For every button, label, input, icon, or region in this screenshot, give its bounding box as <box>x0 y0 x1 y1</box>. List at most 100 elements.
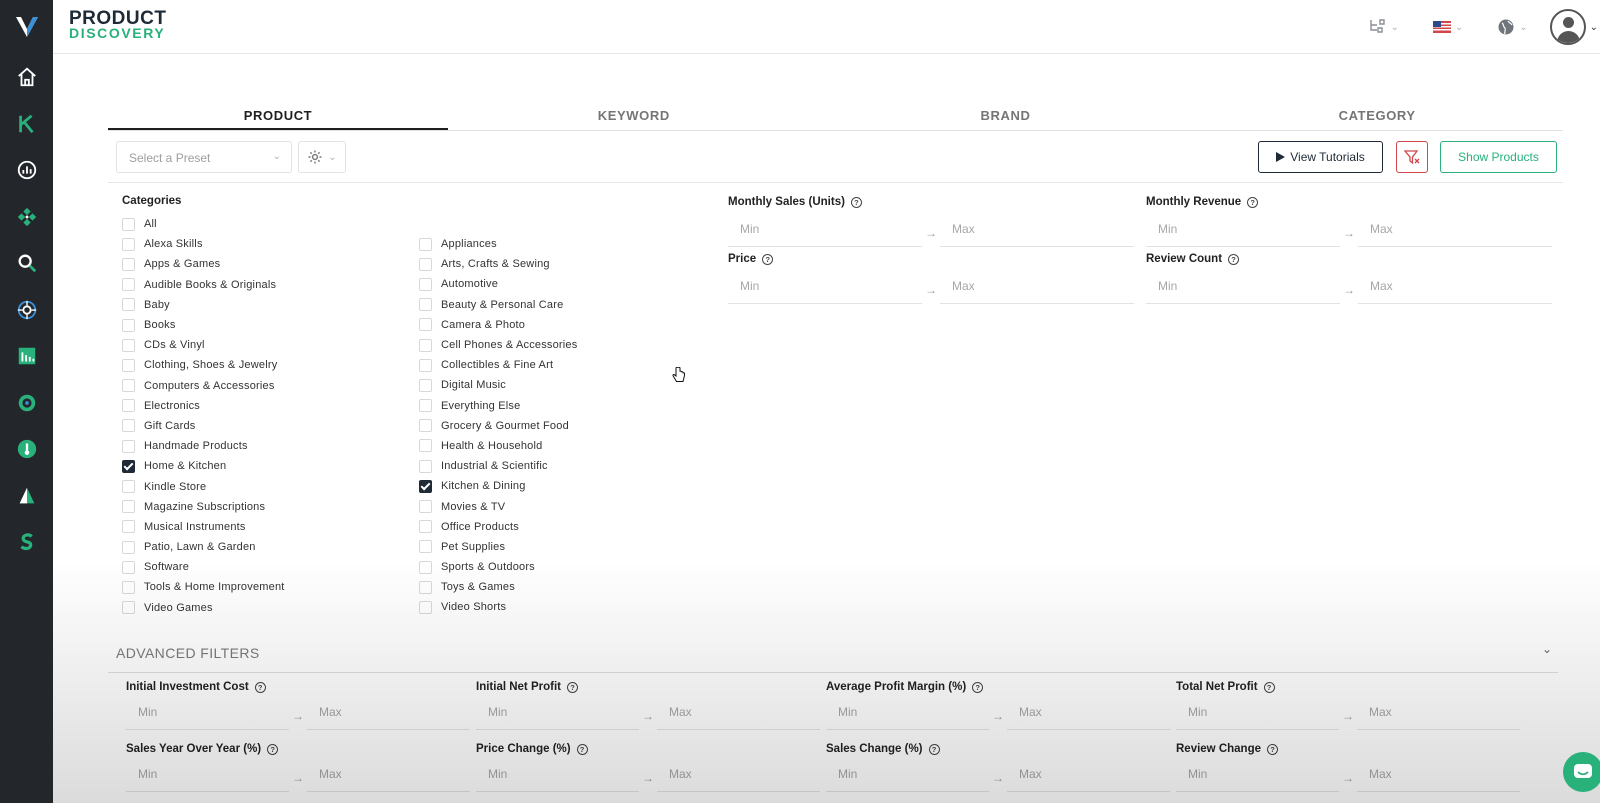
category-checkbox-item[interactable]: Collectibles & Fine Art <box>419 355 577 375</box>
tab-keyword[interactable]: KEYWORD <box>448 95 820 130</box>
category-checkbox-item[interactable]: Home & Kitchen <box>122 456 285 476</box>
review-count-min-input[interactable] <box>1146 275 1340 304</box>
checkbox[interactable] <box>122 419 135 433</box>
checkbox[interactable] <box>122 580 135 594</box>
category-checkbox-item[interactable]: Automotive <box>419 274 577 294</box>
category-checkbox-item[interactable]: Grocery & Gourmet Food <box>419 416 577 436</box>
category-checkbox-item[interactable]: Handmade Products <box>122 436 285 456</box>
category-checkbox-item[interactable]: Gift Cards <box>122 416 285 436</box>
category-checkbox-item[interactable]: All <box>122 214 285 234</box>
category-checkbox-item[interactable]: Digital Music <box>419 375 577 395</box>
sidebar-item-home[interactable] <box>0 54 53 101</box>
advanced-min-input[interactable] <box>476 701 639 730</box>
checkbox[interactable] <box>122 560 135 574</box>
sidebar-item-analytics[interactable] <box>0 147 53 194</box>
help-icon[interactable]: ? <box>1228 253 1240 265</box>
language-button[interactable]: ⌄ <box>1497 18 1528 36</box>
show-products-button[interactable]: Show Products <box>1440 141 1557 173</box>
checkbox[interactable] <box>419 298 432 312</box>
checkbox[interactable] <box>122 439 135 453</box>
category-checkbox-item[interactable]: Video Shorts <box>419 597 577 617</box>
account-menu-button[interactable]: ⌄ <box>1549 9 1598 45</box>
checkbox[interactable] <box>419 580 432 594</box>
help-icon[interactable]: ? <box>850 196 862 208</box>
sidebar-item-thermometer[interactable] <box>0 426 53 473</box>
checkbox[interactable] <box>419 257 432 271</box>
category-checkbox-item[interactable]: Audible Books & Originals <box>122 275 285 295</box>
category-checkbox-item[interactable]: Arts, Crafts & Sewing <box>419 254 577 274</box>
checkbox[interactable] <box>419 520 432 534</box>
clear-filters-button[interactable] <box>1396 141 1428 173</box>
checkbox[interactable] <box>419 277 432 291</box>
price-min-input[interactable] <box>728 275 922 304</box>
checkbox[interactable] <box>419 237 432 251</box>
advanced-min-input[interactable] <box>126 763 289 792</box>
category-checkbox-item[interactable]: Pet Supplies <box>419 537 577 557</box>
advanced-max-input[interactable] <box>1007 701 1170 730</box>
category-checkbox-item[interactable]: Patio, Lawn & Garden <box>122 537 285 557</box>
monthly-revenue-max-input[interactable] <box>1358 218 1552 247</box>
advanced-max-input[interactable] <box>657 701 820 730</box>
sidebar-item-bar-chart[interactable] <box>0 333 53 380</box>
category-checkbox-item[interactable]: Apps & Games <box>122 254 285 274</box>
checkbox[interactable] <box>122 601 135 615</box>
marketplace-flag-button[interactable]: ⌄ <box>1432 21 1463 33</box>
advanced-min-input[interactable] <box>1176 701 1339 730</box>
category-checkbox-item[interactable]: Beauty & Personal Care <box>419 295 577 315</box>
sidebar-item-radar[interactable] <box>0 380 53 427</box>
checkbox[interactable] <box>419 318 432 332</box>
checkbox[interactable] <box>419 540 432 554</box>
category-checkbox-item[interactable]: Toys & Games <box>419 577 577 597</box>
help-icon[interactable]: ? <box>566 681 578 693</box>
help-icon[interactable]: ? <box>928 743 940 755</box>
checkbox[interactable] <box>122 500 135 514</box>
monthly-sales-max-input[interactable] <box>940 218 1134 247</box>
category-checkbox-item[interactable]: Health & Household <box>419 436 577 456</box>
chat-support-button[interactable] <box>1563 752 1600 792</box>
checkbox[interactable] <box>419 459 432 473</box>
category-checkbox-item[interactable]: Musical Instruments <box>122 517 285 537</box>
category-checkbox-item[interactable]: Camera & Photo <box>419 315 577 335</box>
checkbox[interactable] <box>122 540 135 554</box>
checkbox-checked[interactable] <box>122 459 135 473</box>
sidebar-item-search[interactable] <box>0 240 53 287</box>
category-checkbox-item[interactable]: Clothing, Shoes & Jewelry <box>122 355 285 375</box>
category-checkbox-item[interactable]: Magazine Subscriptions <box>122 497 285 517</box>
tab-product[interactable]: PRODUCT <box>108 95 448 130</box>
monthly-revenue-min-input[interactable] <box>1146 218 1340 247</box>
category-checkbox-item[interactable]: Books <box>122 315 285 335</box>
view-tutorials-button[interactable]: View Tutorials <box>1258 141 1383 173</box>
category-checkbox-item[interactable]: Tools & Home Improvement <box>122 577 285 597</box>
checkbox[interactable] <box>122 298 135 312</box>
advanced-min-input[interactable] <box>826 701 989 730</box>
checkbox[interactable] <box>122 480 135 494</box>
checkbox[interactable] <box>122 379 135 393</box>
category-checkbox-item[interactable]: Baby <box>122 295 285 315</box>
category-checkbox-item[interactable]: Kitchen & Dining <box>419 476 577 496</box>
sidebar-item-target[interactable] <box>0 287 53 334</box>
category-checkbox-item[interactable]: Video Games <box>122 598 285 618</box>
advanced-max-input[interactable] <box>307 701 470 730</box>
checkbox[interactable] <box>122 217 135 231</box>
help-icon[interactable]: ? <box>1263 681 1275 693</box>
checkbox[interactable] <box>419 419 432 433</box>
checkbox[interactable] <box>122 278 135 292</box>
advanced-filters-toggle[interactable]: ADVANCED FILTERS ⌄ <box>108 630 1558 673</box>
checkbox[interactable] <box>122 237 135 251</box>
category-checkbox-item[interactable]: Movies & TV <box>419 496 577 516</box>
checkbox[interactable] <box>122 399 135 413</box>
help-icon[interactable]: ? <box>267 743 279 755</box>
preset-select[interactable]: Select a Preset ⌄ <box>116 141 292 173</box>
category-checkbox-item[interactable]: Sports & Outdoors <box>419 557 577 577</box>
sidebar-item-triangle[interactable] <box>0 473 53 520</box>
checkbox-checked[interactable] <box>419 479 432 493</box>
checkbox[interactable] <box>419 560 432 574</box>
help-icon[interactable]: ? <box>1267 743 1278 755</box>
help-icon[interactable]: ? <box>576 743 588 755</box>
category-checkbox-item[interactable]: Appliances <box>419 234 577 254</box>
preset-settings-button[interactable]: ⌄ <box>298 141 346 173</box>
advanced-max-input[interactable] <box>1357 701 1520 730</box>
checkbox[interactable] <box>419 399 432 413</box>
checkbox[interactable] <box>122 318 135 332</box>
tab-brand[interactable]: BRAND <box>820 95 1192 130</box>
